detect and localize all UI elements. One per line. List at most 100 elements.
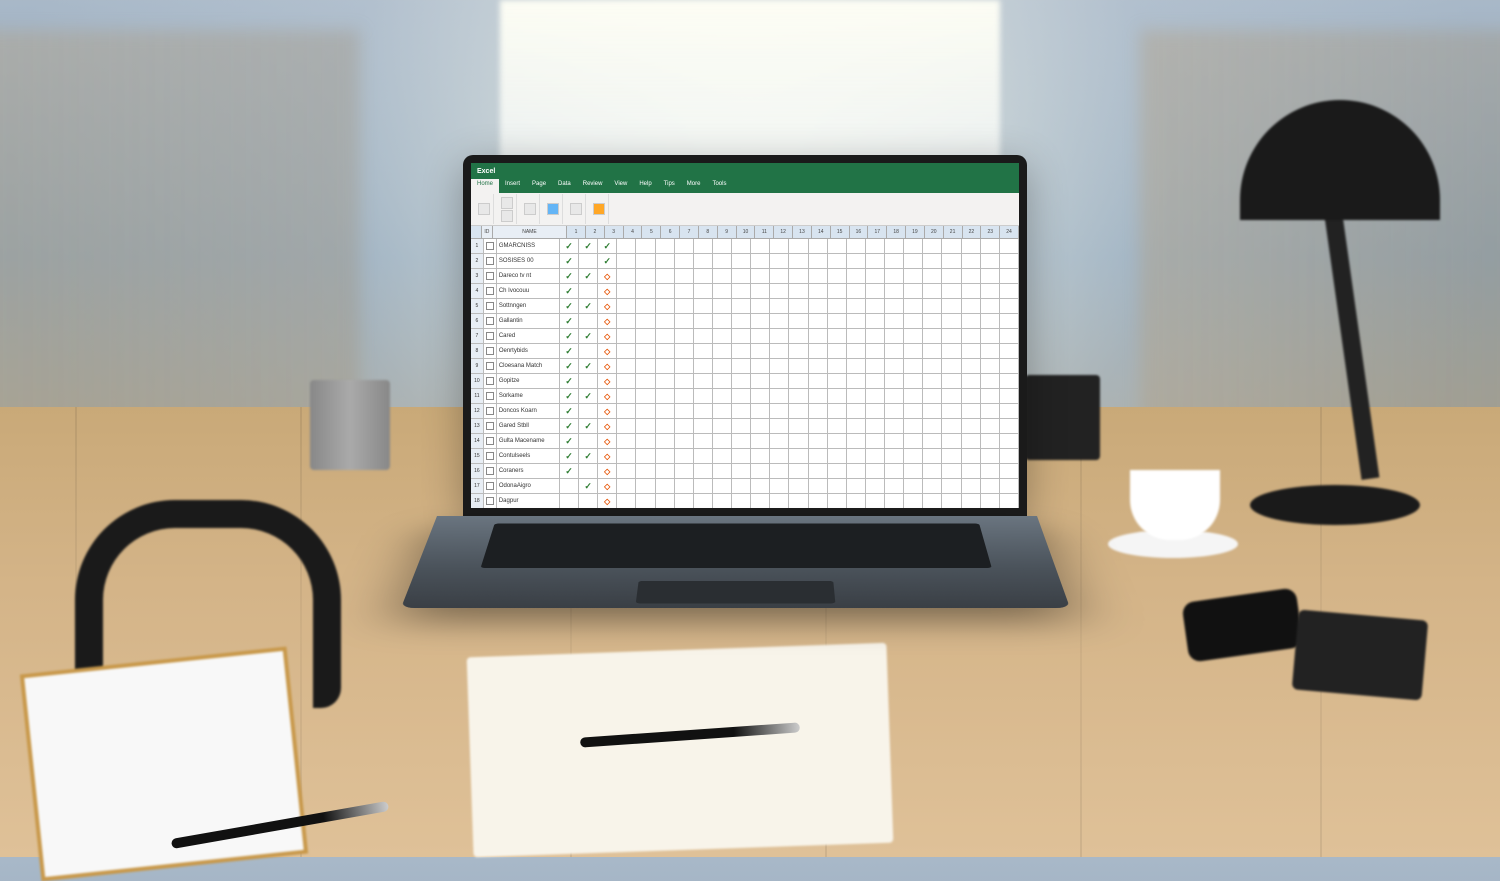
cell[interactable] <box>789 479 808 493</box>
cell[interactable] <box>828 434 847 448</box>
cell[interactable] <box>617 329 636 343</box>
cell[interactable] <box>847 464 866 478</box>
cell[interactable] <box>694 374 713 388</box>
cell[interactable] <box>636 464 655 478</box>
cell[interactable] <box>560 479 579 493</box>
cell[interactable] <box>675 449 694 463</box>
cell[interactable] <box>694 419 713 433</box>
cell[interactable]: ✓ <box>579 449 598 463</box>
cell[interactable] <box>885 479 904 493</box>
cell[interactable]: ◇ <box>598 404 617 418</box>
cell[interactable] <box>828 269 847 283</box>
cell[interactable] <box>694 434 713 448</box>
cell[interactable] <box>866 494 885 508</box>
cell[interactable] <box>636 449 655 463</box>
ribbon-tab[interactable]: Help <box>633 179 657 193</box>
cell[interactable]: ✓ <box>560 239 579 253</box>
cell[interactable] <box>962 284 981 298</box>
column-header[interactable]: 21 <box>944 226 963 238</box>
ribbon-tab[interactable]: Review <box>577 179 609 193</box>
cell[interactable] <box>866 239 885 253</box>
cell[interactable] <box>923 284 942 298</box>
cell[interactable] <box>809 374 828 388</box>
cell[interactable] <box>789 329 808 343</box>
cell[interactable] <box>809 389 828 403</box>
cell[interactable] <box>751 329 770 343</box>
cell[interactable] <box>770 239 789 253</box>
cell[interactable] <box>942 299 961 313</box>
cell[interactable]: ◇ <box>598 359 617 373</box>
cell[interactable] <box>789 389 808 403</box>
cell[interactable] <box>770 449 789 463</box>
ribbon-tab[interactable]: More <box>681 179 707 193</box>
cell[interactable] <box>656 239 675 253</box>
cell[interactable] <box>789 464 808 478</box>
cell[interactable] <box>866 434 885 448</box>
row-checkbox[interactable] <box>484 449 497 463</box>
cell[interactable] <box>828 314 847 328</box>
cell[interactable] <box>751 434 770 448</box>
cell[interactable] <box>694 269 713 283</box>
cell[interactable] <box>847 374 866 388</box>
row-number[interactable]: 1 <box>471 239 484 253</box>
cell[interactable]: ✓ <box>579 389 598 403</box>
cell[interactable] <box>847 269 866 283</box>
row-label[interactable]: Cloesana Match <box>497 359 560 373</box>
cell[interactable] <box>579 344 598 358</box>
cell[interactable] <box>789 419 808 433</box>
cell[interactable] <box>694 479 713 493</box>
cell[interactable]: ✓ <box>560 389 579 403</box>
cell[interactable] <box>981 284 1000 298</box>
cell[interactable] <box>579 284 598 298</box>
cell[interactable] <box>904 389 923 403</box>
row-label[interactable]: Coraners <box>497 464 560 478</box>
cell[interactable] <box>962 389 981 403</box>
column-header[interactable]: 2 <box>586 226 605 238</box>
column-header[interactable]: 6 <box>661 226 680 238</box>
row-number[interactable]: 13 <box>471 419 484 433</box>
cell[interactable] <box>885 464 904 478</box>
cell[interactable] <box>923 389 942 403</box>
cell[interactable] <box>981 404 1000 418</box>
row-label[interactable]: Cared <box>497 329 560 343</box>
cell[interactable] <box>770 254 789 268</box>
column-header[interactable]: 7 <box>680 226 699 238</box>
column-header[interactable]: 16 <box>850 226 869 238</box>
cell[interactable] <box>617 449 636 463</box>
column-header[interactable]: 11 <box>755 226 774 238</box>
cell[interactable] <box>751 494 770 508</box>
cell[interactable] <box>942 329 961 343</box>
cell[interactable] <box>732 494 751 508</box>
cell[interactable] <box>617 299 636 313</box>
cell[interactable]: ✓ <box>560 284 579 298</box>
cell[interactable] <box>1000 344 1019 358</box>
cell[interactable] <box>713 359 732 373</box>
cell[interactable] <box>1000 464 1019 478</box>
column-header[interactable]: NAME <box>493 226 567 238</box>
cell[interactable] <box>981 464 1000 478</box>
cell[interactable] <box>809 329 828 343</box>
row-label[interactable]: OdonaAigro <box>497 479 560 493</box>
cell[interactable] <box>923 404 942 418</box>
cell[interactable] <box>636 494 655 508</box>
column-header[interactable]: 12 <box>774 226 793 238</box>
ribbon-tab[interactable]: Tips <box>658 179 681 193</box>
cell[interactable] <box>828 344 847 358</box>
cell[interactable] <box>1000 239 1019 253</box>
cell[interactable] <box>1000 284 1019 298</box>
cell[interactable] <box>579 464 598 478</box>
cell[interactable] <box>981 389 1000 403</box>
ribbon-tab[interactable]: Home <box>471 179 499 193</box>
cell[interactable] <box>866 404 885 418</box>
cell[interactable] <box>942 284 961 298</box>
cell[interactable] <box>636 299 655 313</box>
cell[interactable] <box>981 359 1000 373</box>
cell[interactable] <box>847 344 866 358</box>
column-header[interactable]: 20 <box>925 226 944 238</box>
cell[interactable]: ◇ <box>598 269 617 283</box>
cell[interactable] <box>923 494 942 508</box>
cell[interactable] <box>617 254 636 268</box>
cell[interactable] <box>617 269 636 283</box>
cell[interactable] <box>789 254 808 268</box>
cell[interactable] <box>694 494 713 508</box>
